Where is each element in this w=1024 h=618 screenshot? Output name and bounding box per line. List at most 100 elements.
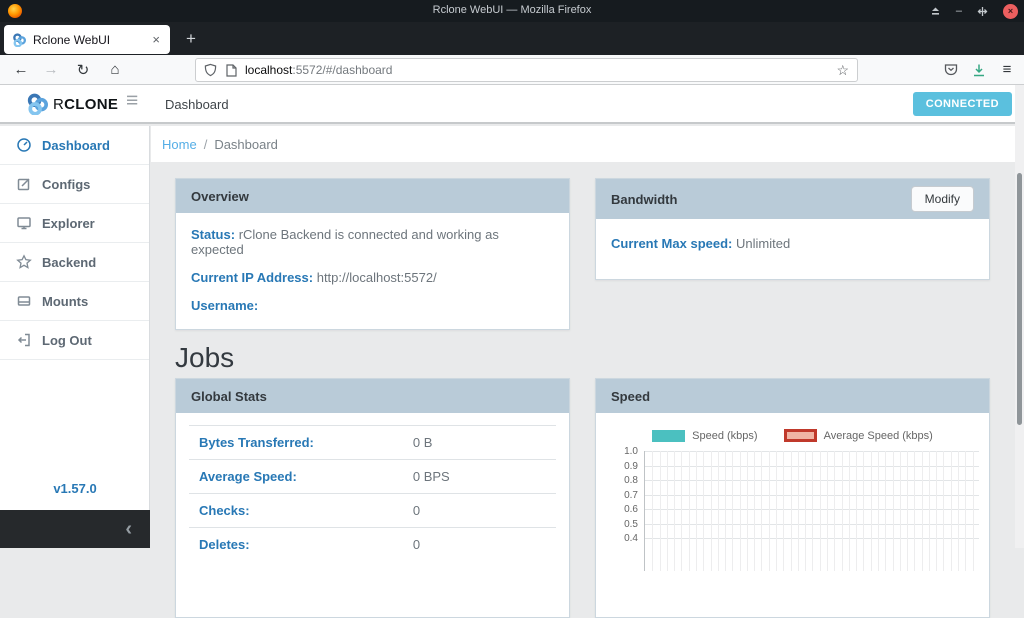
reload-icon[interactable]: ↻ [70,55,96,84]
sidebar-item-dashboard[interactable]: Dashboard [0,126,149,165]
bookmark-star-icon[interactable]: ☆ [836,62,849,79]
global-stats-card: Global Stats Bytes Transferred:0 B Avera… [175,378,570,618]
stat-row-checks: Checks:0 [189,493,556,527]
speed-card-header: Speed [596,379,989,413]
deletes-value: 0 [413,537,420,552]
breadcrumb-separator: / [204,137,208,152]
overview-card-title: Overview [191,189,249,204]
close-window-icon[interactable]: × [1003,4,1018,19]
username-row: Username: [191,298,554,313]
minimize-window-icon[interactable]: – [956,6,962,17]
maximize-window-icon[interactable] [977,6,988,17]
menu-icon[interactable]: ≡ [994,55,1020,84]
sidebar-item-mounts[interactable]: Mounts [0,282,149,321]
legend-average-speed-label: Average Speed (kbps) [824,430,933,442]
sidebar-item-label: Explorer [42,216,95,231]
page-title: Dashboard [165,97,229,112]
status-row: Status: rClone Backend is connected and … [191,227,554,257]
legend-average-speed[interactable]: Average Speed (kbps) [784,429,933,442]
sidebar-item-label: Configs [42,177,90,192]
sidebar-toggle-icon[interactable]: ≡ [126,89,138,113]
tab-bar: Rclone WebUI × + [0,22,1024,55]
sidebar-item-label: Log Out [42,333,92,348]
legend-speed-label: Speed (kbps) [692,430,757,442]
breadcrumb-home-link[interactable]: Home [162,137,197,152]
stat-row-deletes: Deletes:0 [189,527,556,561]
sidebar-item-label: Dashboard [42,138,110,153]
edit-square-icon [16,176,32,192]
max-speed-value: Unlimited [736,236,790,251]
star-icon [16,254,32,270]
ip-label: Current IP Address: [191,270,313,285]
breadcrumb: Home / Dashboard [151,126,1024,162]
modify-button[interactable]: Modify [911,186,974,212]
shield-icon[interactable] [204,63,217,77]
scrollbar-track[interactable] [1015,85,1024,548]
speed-chart-yaxis: 1.00.90.80.70.60.50.4 [608,451,638,571]
chart-legend: Speed (kbps) Average Speed (kbps) [596,429,989,442]
bandwidth-card-title: Bandwidth [611,192,677,207]
bytes-label: Bytes Transferred: [189,435,413,450]
bandwidth-card-header: Bandwidth Modify [596,179,989,219]
rclone-logo: RCLONE [26,93,118,115]
back-icon[interactable]: ← [8,55,34,84]
bytes-value: 0 B [413,435,433,450]
status-value: rClone Backend is connected and working … [191,227,499,257]
version-label: v1.57.0 [0,481,150,496]
global-stats-card-header: Global Stats [176,379,569,413]
sidebar-item-logout[interactable]: Log Out [0,321,149,360]
checks-value: 0 [413,503,420,518]
sidebar-item-configs[interactable]: Configs [0,165,149,204]
speed-card: Speed Speed (kbps) Average Speed (kbps) … [595,378,990,618]
downloads-icon[interactable] [966,55,992,84]
username-label: Username: [191,298,258,313]
gauge-icon [16,137,32,153]
page-info-icon[interactable] [226,64,237,77]
avg-speed-value: 0 BPS [413,469,450,484]
bandwidth-card: Bandwidth Modify Current Max speed: Unli… [595,178,990,280]
stat-row-bytes: Bytes Transferred:0 B [189,425,556,459]
ip-address-row: Current IP Address: http://localhost:557… [191,270,554,285]
connected-status-button[interactable]: CONNECTED [913,92,1012,116]
shade-window-icon[interactable] [930,6,941,17]
scrollbar-thumb[interactable] [1017,173,1022,425]
speed-chart-plot [644,451,979,571]
jobs-heading: Jobs [175,342,234,374]
checks-label: Checks: [189,503,413,518]
rclone-favicon [12,33,26,47]
home-icon[interactable]: ⌂ [102,55,128,84]
logout-icon [16,332,32,348]
sidebar-item-label: Mounts [42,294,88,309]
global-stats-title: Global Stats [191,389,267,404]
app-header: RCLONE ≡ Dashboard CONNECTED [0,85,1024,124]
breadcrumb-current: Dashboard [214,137,278,152]
ip-value: http://localhost:5572/ [317,270,437,285]
sidebar-item-explorer[interactable]: Explorer [0,204,149,243]
forward-icon[interactable]: → [38,55,64,84]
new-tab-button[interactable]: + [178,26,204,52]
rclone-logo-icon [26,93,48,115]
browser-toolbar: ← → ↻ ⌂ localhost:5572/#/dashboard ☆ ≡ [0,55,1024,85]
browser-tab[interactable]: Rclone WebUI × [4,25,170,54]
sidebar-item-backend[interactable]: Backend [0,243,149,282]
speed-swatch [652,430,685,442]
sidebar-collapse-bar[interactable]: ‹ [0,510,150,548]
url-text[interactable]: localhost:5572/#/dashboard [245,63,836,77]
url-bar[interactable]: localhost:5572/#/dashboard ☆ [195,58,858,82]
average-speed-swatch [784,429,817,442]
avg-speed-label: Average Speed: [189,469,413,484]
max-speed-label: Current Max speed: [611,236,732,251]
drive-icon [16,293,32,309]
pocket-icon[interactable] [938,55,964,84]
speed-card-title: Speed [611,389,650,404]
chevron-left-icon: ‹ [125,519,132,539]
stat-row-avg-speed: Average Speed:0 BPS [189,459,556,493]
tab-title: Rclone WebUI [33,33,150,47]
close-tab-icon[interactable]: × [150,32,162,47]
window-title: Rclone WebUI — Mozilla Firefox [0,4,1024,16]
legend-speed[interactable]: Speed (kbps) [652,429,757,442]
url-host: localhost [245,63,292,77]
window-controls: – × [930,0,1018,22]
status-label: Status: [191,227,235,242]
brand-text: RCLONE [53,96,118,113]
